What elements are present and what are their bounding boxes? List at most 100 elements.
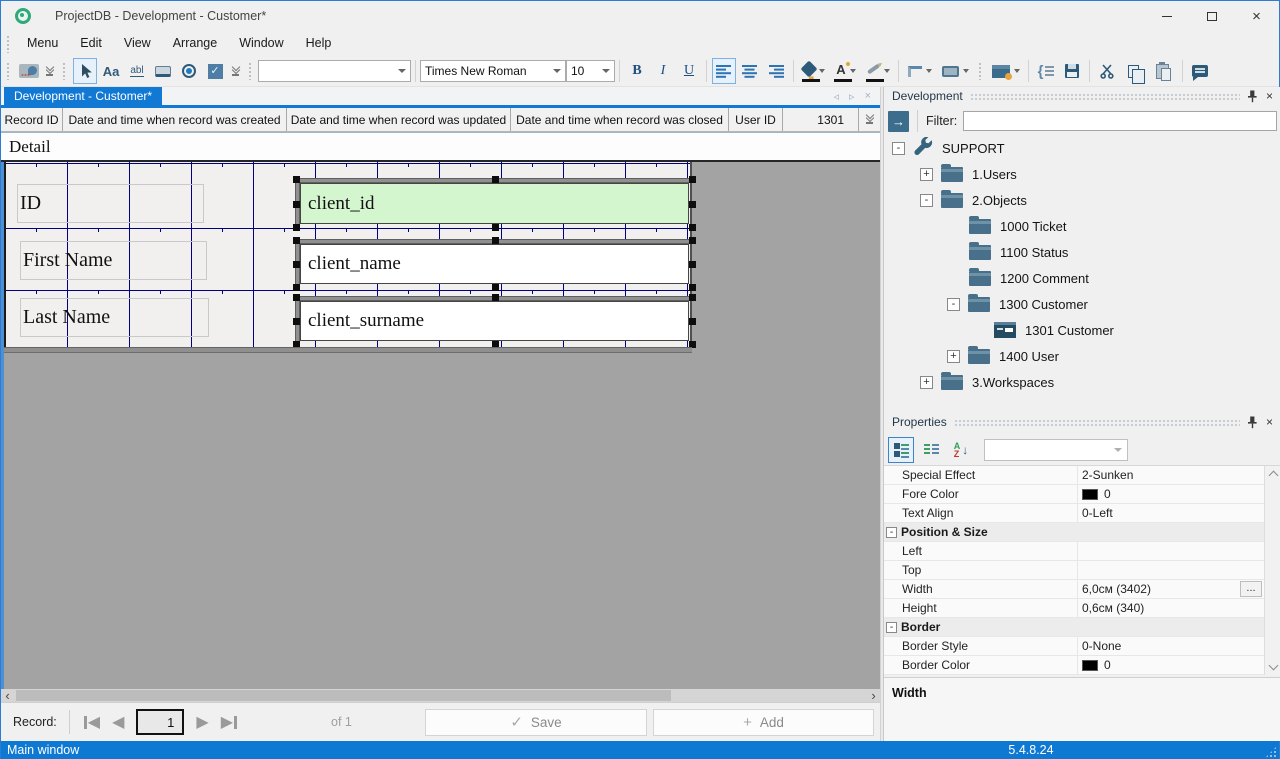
tab-scroll-right-icon[interactable]: ▹ xyxy=(849,90,855,103)
menu-item-view[interactable]: View xyxy=(113,31,162,56)
copy-button[interactable] xyxy=(1121,58,1145,84)
toolbar-grip[interactable] xyxy=(62,62,67,80)
scroll-up-icon[interactable] xyxy=(1269,471,1279,481)
field-header-closed[interactable]: Date and time when record was closed xyxy=(511,108,729,131)
property-row-border-color[interactable]: Border Color 0 xyxy=(884,656,1264,675)
expander-icon[interactable]: + xyxy=(920,376,933,389)
close-panel-icon[interactable]: × xyxy=(1266,415,1273,429)
tree-item-1301-customer[interactable]: 1301 Customer xyxy=(884,317,1280,343)
resize-handle[interactable] xyxy=(689,261,696,268)
resize-handle[interactable] xyxy=(492,284,499,291)
underline-button[interactable]: U xyxy=(677,58,701,84)
pin-icon[interactable] xyxy=(1247,90,1258,103)
close-panel-icon[interactable]: × xyxy=(1266,89,1273,103)
resize-handle[interactable] xyxy=(689,237,696,244)
border-style-button[interactable] xyxy=(904,58,936,84)
property-category-border[interactable]: - Border xyxy=(884,618,1264,637)
radio-tool-button[interactable] xyxy=(177,58,201,84)
resize-handle[interactable] xyxy=(689,176,696,183)
form-grid[interactable]: ID First Name Last Name client_id client… xyxy=(4,162,692,347)
label-first-name[interactable]: First Name xyxy=(20,241,207,280)
menu-item-window[interactable]: Window xyxy=(228,31,294,56)
tree-item-1200-comment[interactable]: 1200 Comment xyxy=(884,265,1280,291)
list-view-button[interactable] xyxy=(918,437,944,463)
last-record-button[interactable]: ▶ xyxy=(221,712,237,732)
filter-input[interactable] xyxy=(963,111,1277,131)
form-settings-button[interactable] xyxy=(989,58,1023,84)
button-tool-button[interactable] xyxy=(151,58,175,84)
property-row-text-align[interactable]: Text Align 0-Left xyxy=(884,504,1264,523)
italic-button[interactable]: I xyxy=(651,58,675,84)
resize-handle[interactable] xyxy=(293,318,300,325)
tree-item-1000-ticket[interactable]: 1000 Ticket xyxy=(884,213,1280,239)
property-row-border-style[interactable]: Border Style 0-None xyxy=(884,637,1264,656)
field-header-more[interactable] xyxy=(859,108,880,131)
label-id[interactable]: ID xyxy=(17,184,204,223)
control-frame-button[interactable] xyxy=(938,58,972,84)
form-bottom-edge[interactable] xyxy=(4,347,692,353)
scroll-right-icon[interactable]: › xyxy=(867,689,880,702)
property-row-width[interactable]: Width 6,0см (3402) ... xyxy=(884,580,1264,599)
font-size-combo[interactable]: 10 xyxy=(566,60,615,82)
next-record-button[interactable]: ▶ xyxy=(196,712,208,732)
highlight-color-button[interactable] xyxy=(863,58,893,84)
expander-icon[interactable]: - xyxy=(886,527,897,538)
label-tool-button[interactable]: Aa xyxy=(99,58,123,84)
resize-handle[interactable] xyxy=(492,237,499,244)
menu-item-arrange[interactable]: Arrange xyxy=(162,31,228,56)
toolbar-grip[interactable] xyxy=(978,62,983,80)
resize-handle[interactable] xyxy=(293,284,300,291)
tab-close-icon[interactable]: × xyxy=(865,90,871,102)
ellipsis-button[interactable]: ... xyxy=(1240,581,1262,597)
resize-handle[interactable] xyxy=(689,284,696,291)
maximize-button[interactable] xyxy=(1189,1,1234,31)
fill-color-button[interactable] xyxy=(799,58,829,84)
style-combo[interactable] xyxy=(258,60,411,82)
first-record-button[interactable]: ◀ xyxy=(84,712,100,732)
scrollbar-thumb[interactable] xyxy=(16,690,671,701)
tree-item-1300-customer[interactable]: - 1300 Customer xyxy=(884,291,1280,317)
field-client-name[interactable]: client_name xyxy=(300,244,689,284)
bold-button[interactable]: B xyxy=(625,58,649,84)
label-last-name[interactable]: Last Name xyxy=(20,298,209,337)
field-header-record-number[interactable]: 1301 xyxy=(783,108,859,131)
background-image-button[interactable] xyxy=(17,58,41,84)
align-left-button[interactable] xyxy=(712,58,736,84)
close-button[interactable]: × xyxy=(1234,1,1279,31)
comment-button[interactable] xyxy=(1188,58,1212,84)
current-record-input[interactable]: 1 xyxy=(136,709,184,735)
tab-scroll-left-icon[interactable]: ◃ xyxy=(834,90,840,103)
align-right-button[interactable] xyxy=(764,58,788,84)
horizontal-scrollbar[interactable]: ‹ › xyxy=(1,689,880,702)
sort-alphabetical-button[interactable]: AZ ↓ xyxy=(948,437,974,463)
tree-item-objects[interactable]: - 2.Objects xyxy=(884,187,1280,213)
font-color-button[interactable]: A xyxy=(831,58,861,84)
property-row-special-effect[interactable]: Special Effect 2-Sunken xyxy=(884,466,1264,485)
resize-handle[interactable] xyxy=(689,224,696,231)
pin-icon[interactable] xyxy=(1247,416,1258,429)
font-family-combo[interactable]: Times New Roman xyxy=(420,60,566,82)
expander-icon[interactable]: - xyxy=(892,142,905,155)
scroll-left-icon[interactable]: ‹ xyxy=(1,689,14,702)
resize-handle[interactable] xyxy=(689,294,696,301)
tree-item-1400-user[interactable]: + 1400 User xyxy=(884,343,1280,369)
field-header-user-id[interactable]: User ID xyxy=(729,108,783,131)
menu-item-edit[interactable]: Edit xyxy=(69,31,113,56)
cut-button[interactable] xyxy=(1095,58,1119,84)
field-header-updated[interactable]: Date and time when record was updated xyxy=(287,108,511,131)
property-row-height[interactable]: Height 0,6см (340) xyxy=(884,599,1264,618)
resize-grip[interactable] xyxy=(1265,746,1277,758)
categorized-view-button[interactable] xyxy=(888,437,914,463)
property-row-top[interactable]: Top xyxy=(884,561,1264,580)
tree-item-users[interactable]: + 1.Users xyxy=(884,161,1280,187)
scroll-down-icon[interactable] xyxy=(1269,661,1279,671)
resize-handle[interactable] xyxy=(492,224,499,231)
resize-handle[interactable] xyxy=(293,261,300,268)
tree-item-support[interactable]: - SUPPORT xyxy=(884,135,1280,161)
field-list-button[interactable]: { xyxy=(1034,58,1058,84)
resize-handle[interactable] xyxy=(689,318,696,325)
toolbar-grip[interactable] xyxy=(6,62,11,80)
expander-icon[interactable]: + xyxy=(920,168,933,181)
resize-handle[interactable] xyxy=(689,201,696,208)
scrollbar-track[interactable] xyxy=(14,689,867,702)
